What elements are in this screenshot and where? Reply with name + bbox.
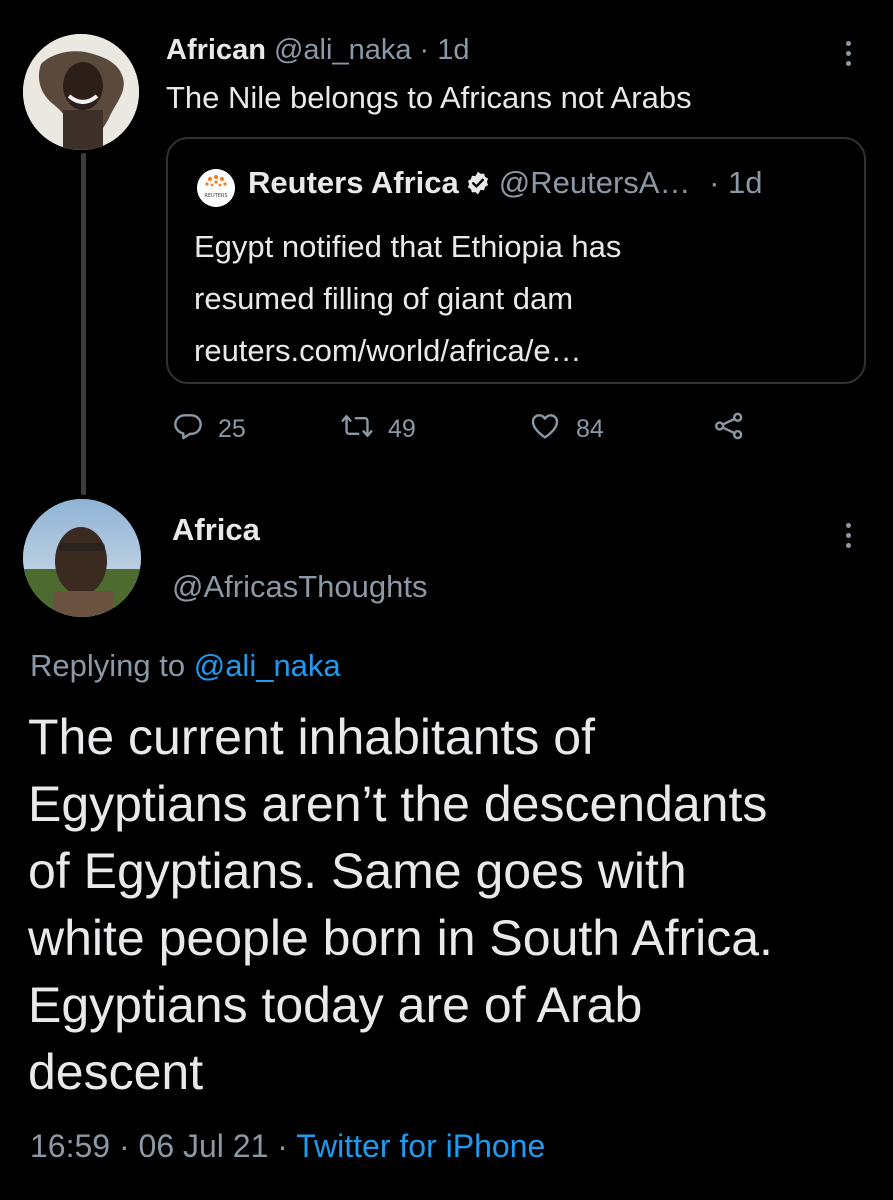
retweet-button[interactable]: 49: [340, 410, 416, 449]
tweet1-display-name[interactable]: African: [166, 34, 266, 66]
tweet1-handle[interactable]: @ali_naka: [274, 34, 411, 66]
tweet2-handle[interactable]: @AfricasThoughts: [172, 569, 427, 605]
avatar-africa[interactable]: [23, 499, 141, 617]
quoted-line-2: resumed filling of giant dam: [194, 281, 574, 316]
quoted-tweet-text: Egypt notified that Ethiopia has resumed…: [194, 221, 621, 377]
replying-prefix: Replying to: [30, 648, 194, 683]
tweet2-line-6: descent: [28, 1044, 204, 1100]
tweet2-line-5: Egyptians today are of Arab: [28, 977, 643, 1033]
verified-badge-icon: [465, 168, 491, 204]
tweet1-separator: ·: [411, 34, 438, 66]
tweet2-line-2: Egyptians aren’t the descendants: [28, 776, 768, 832]
quoted-display-name[interactable]: Reuters Africa: [248, 165, 459, 200]
share-button[interactable]: [712, 410, 746, 449]
quoted-handle[interactable]: @ReutersA…: [499, 165, 691, 200]
retweet-icon: [340, 410, 374, 449]
reply-button[interactable]: 25: [172, 410, 246, 449]
quoted-age: · 1d: [709, 165, 763, 200]
like-count: 84: [576, 415, 604, 443]
share-icon: [712, 410, 746, 449]
replying-to-line: Replying to @ali_naka: [30, 648, 341, 684]
tweet2-meta: 16:59 · 06 Jul 21 · Twitter for iPhone: [30, 1128, 545, 1165]
tweet2-text: The current inhabitants of Egyptians are…: [28, 704, 773, 1106]
replying-to-link[interactable]: @ali_naka: [194, 648, 341, 683]
avatar-african[interactable]: [23, 34, 139, 150]
tweet2-line-4: white people born in South Africa.: [28, 910, 773, 966]
retweet-count: 49: [388, 415, 416, 443]
tweet2-line-1: The current inhabitants of: [28, 709, 595, 765]
like-icon: [528, 410, 562, 449]
tweet1-age: 1d: [437, 34, 470, 66]
tweet1-header: African @ali_naka · 1d: [166, 34, 470, 67]
quoted-line-1: Egypt notified that Ethiopia has: [194, 229, 622, 264]
tweet2-source-link[interactable]: Twitter for iPhone: [296, 1128, 545, 1164]
reuters-logo-text: REUTERS: [204, 193, 227, 199]
thread-connector-line: [81, 153, 86, 495]
reply-count: 25: [218, 415, 246, 443]
reuters-logo-avatar: REUTERS: [197, 169, 235, 207]
reply-icon: [172, 410, 204, 449]
quoted-link[interactable]: reuters.com/world/africa/e…: [194, 325, 621, 377]
tweet2-display-name[interactable]: Africa: [172, 512, 260, 548]
like-button[interactable]: 84: [528, 410, 604, 449]
quoted-tweet-header: Reuters Africa @ReutersA… · 1d: [248, 165, 763, 204]
tweet2-timestamp: 16:59 · 06 Jul 21 ·: [30, 1128, 297, 1164]
more-vertical-icon[interactable]: [846, 41, 854, 66]
tweet2-line-3: of Egyptians. Same goes with: [28, 843, 687, 899]
more-vertical-icon[interactable]: [846, 523, 854, 548]
tweet1-text: The Nile belongs to Africans not Arabs: [166, 80, 692, 115]
tweet-thread: African @ali_naka · 1d The Nile belongs …: [0, 0, 893, 1200]
quoted-tweet-card[interactable]: REUTERS Reuters Africa @ReutersA… · 1d Eg…: [166, 137, 866, 384]
